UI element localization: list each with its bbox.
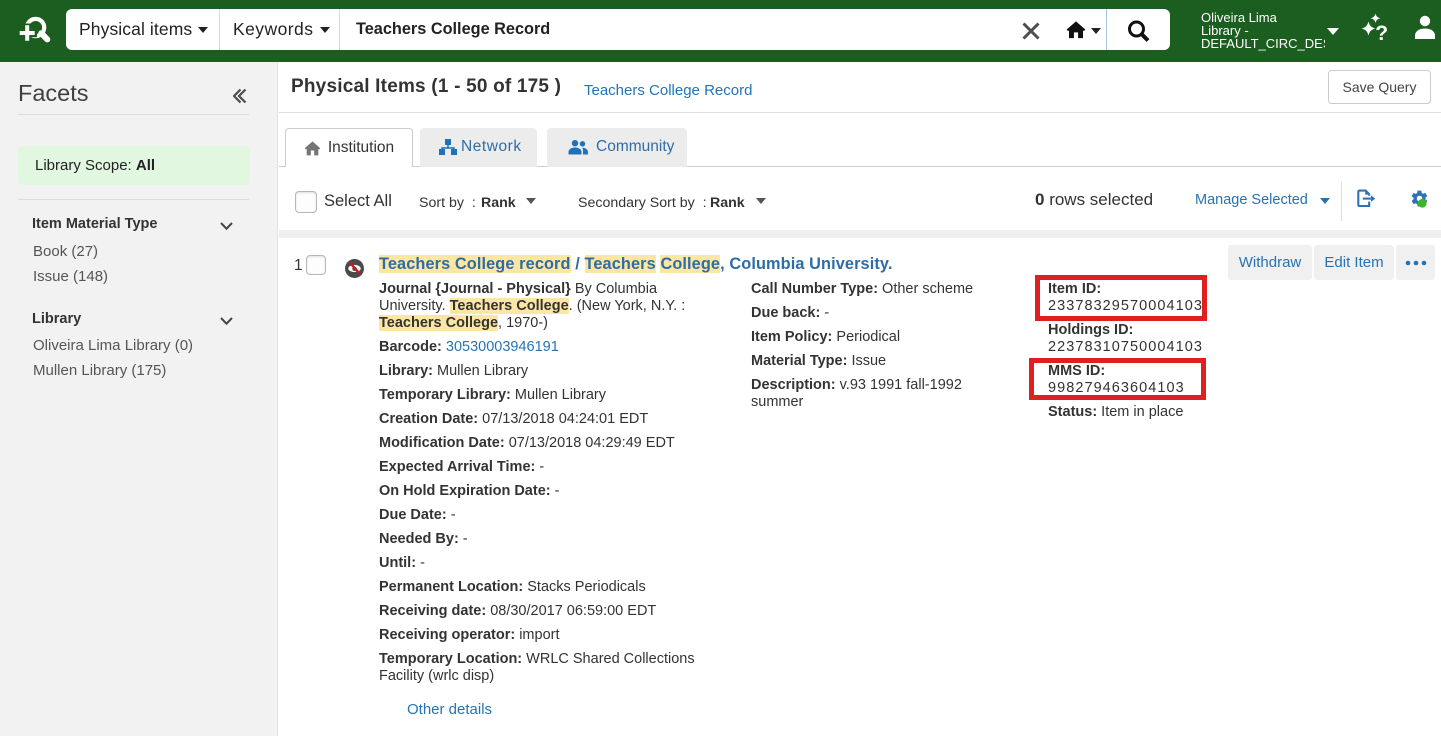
svg-text:?: ? (1375, 22, 1388, 42)
